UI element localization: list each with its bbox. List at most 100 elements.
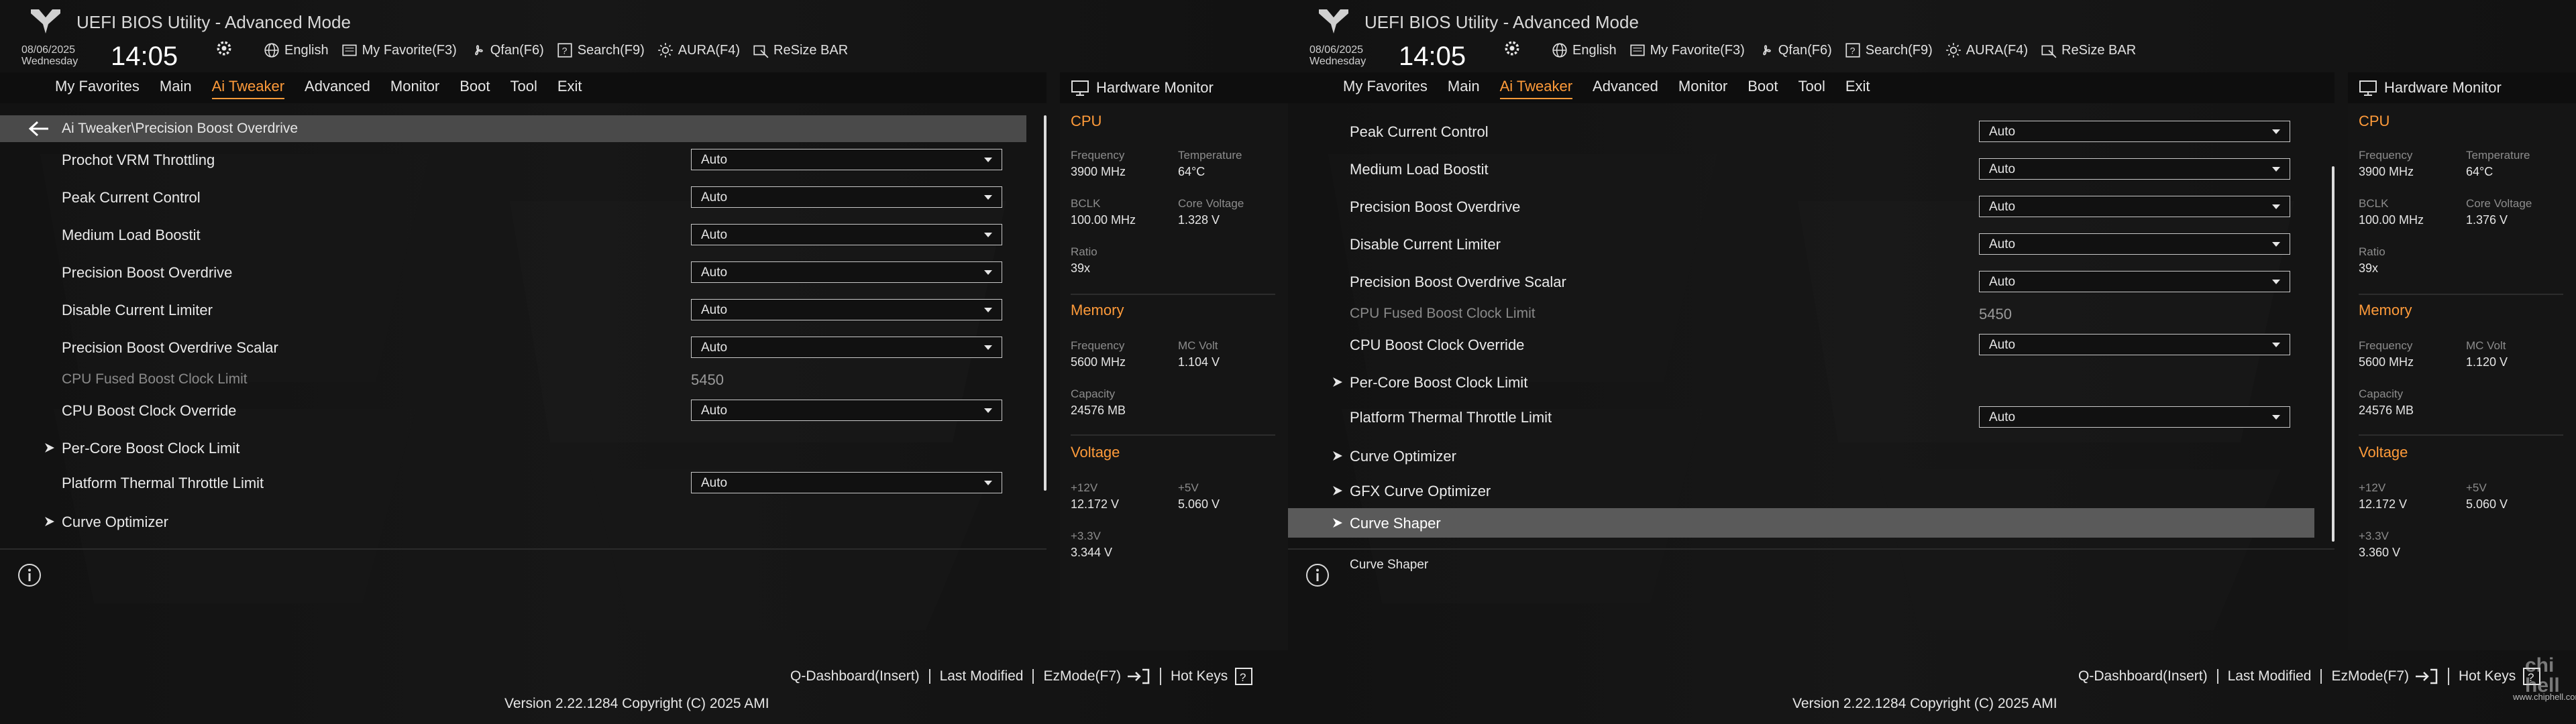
setting-row-peak-current-control[interactable]: Peak Current Control Auto [1288,114,2314,150]
setting-dropdown[interactable]: Auto [691,472,1002,493]
divider [1071,434,1275,436]
submenu-curve-optimizer[interactable]: Curve Optimizer [0,504,1026,540]
divider [1288,548,2334,550]
breadcrumb[interactable]: Ai Tweaker\Precision Boost Overdrive [0,115,1026,142]
setting-row-medium-load-boostit[interactable]: Medium Load Boostit Auto [0,217,1026,253]
setting-dropdown[interactable]: Auto [691,400,1002,421]
setting-row-disable-current-limiter[interactable]: Disable Current Limiter Auto [0,292,1026,328]
back-arrow-icon[interactable] [28,120,50,137]
scrollbar[interactable] [2332,166,2334,542]
search-button[interactable]: ? Search(F9) [556,42,645,59]
my-favorite-button[interactable]: My Favorite(F3) [341,42,457,59]
setting-dropdown[interactable]: Auto [691,261,1002,283]
menu-advanced[interactable]: Advanced [305,78,370,99]
setting-dropdown[interactable]: Auto [691,337,1002,358]
my-favorite-button[interactable]: My Favorite(F3) [1629,42,1745,59]
setting-dropdown[interactable]: Auto [1979,406,2290,428]
q-dashboard-button[interactable]: Q-Dashboard(Insert) [781,669,930,684]
setting-dropdown[interactable]: Auto [1979,334,2290,355]
setting-dropdown[interactable]: Auto [691,186,1002,208]
setting-dropdown[interactable]: Auto [1979,233,2290,255]
setting-row-platform-thermal-throttle-limit[interactable]: Platform Thermal Throttle Limit Auto [1288,400,2314,436]
setting-row-platform-thermal-throttle-limit[interactable]: Platform Thermal Throttle Limit Auto [0,465,1026,501]
submenu-curve-shaper[interactable]: Curve Shaper [1288,508,2314,538]
menu-exit[interactable]: Exit [1845,78,1870,99]
menu-boot[interactable]: Boot [460,78,490,99]
setting-row-cpu-boost-clock-override[interactable]: CPU Boost Clock Override Auto [1288,327,2314,363]
menu-my-favorites[interactable]: My Favorites [55,78,140,99]
hardware-monitor: Hardware Monitor CPU Frequency 3900 MHz … [2348,72,2576,650]
setting-row-cpu-boost-clock-override[interactable]: CPU Boost Clock Override Auto [0,393,1026,429]
resize-bar-button[interactable]: ReSize BAR [2040,42,2136,59]
setting-label: Precision Boost Overdrive [1350,198,1521,215]
v12-label: +12V [1071,481,1098,494]
memory-section-title: Memory [2359,302,2412,318]
gear-icon[interactable] [215,39,233,58]
menu-tool[interactable]: Tool [511,78,537,99]
aura-button[interactable]: AURA(F4) [657,42,740,59]
gear-icon[interactable] [1503,39,1521,58]
menu-advanced[interactable]: Advanced [1593,78,1658,99]
dropdown-value: Auto [701,303,728,317]
menu-tool[interactable]: Tool [1799,78,1825,99]
aura-button[interactable]: AURA(F4) [1945,42,2028,59]
setting-row-peak-current-control[interactable]: Peak Current Control Auto [0,180,1026,216]
menu-main[interactable]: Main [1448,78,1480,99]
resize-bar-icon [2041,45,2057,58]
capacity-label: Capacity [2359,387,2404,400]
caret-down-icon [984,408,992,413]
submenu-curve-optimizer[interactable]: Curve Optimizer [1288,438,2314,475]
last-modified-button[interactable]: Last Modified [930,669,1034,684]
setting-row-precision-boost-overdrive[interactable]: Precision Boost Overdrive Auto [0,255,1026,291]
svg-text:?: ? [1849,45,1855,56]
menu-monitor[interactable]: Monitor [1678,78,1727,99]
setting-label: CPU Boost Clock Override [62,402,237,419]
setting-dropdown[interactable]: Auto [1979,121,2290,142]
ezmode-button[interactable]: EzMode(F7) [1034,668,1162,685]
menu-boot[interactable]: Boot [1748,78,1778,99]
q-dashboard-button[interactable]: Q-Dashboard(Insert) [2069,669,2218,684]
setting-dropdown[interactable]: Auto [1979,158,2290,180]
submenu-gfx-curve-optimizer[interactable]: GFX Curve Optimizer [1288,473,2314,509]
search-button[interactable]: ? Search(F9) [1844,42,1933,59]
setting-row-pbo-scalar[interactable]: Precision Boost Overdrive Scalar Auto [1288,264,2314,300]
toolbar: English My Favorite(F3) Qfan(F6) ? Searc… [263,42,848,59]
qfan-label: Qfan(F6) [1778,42,1832,58]
hot-keys-button[interactable]: Hot Keys? [1161,668,1267,685]
menu-exit[interactable]: Exit [557,78,582,99]
menu-ai-tweaker[interactable]: Ai Tweaker [1499,78,1573,99]
menu-main[interactable]: Main [160,78,192,99]
setting-row-precision-boost-overdrive[interactable]: Precision Boost Overdrive Auto [1288,189,2314,225]
last-modified-button[interactable]: Last Modified [2218,669,2322,684]
setting-dropdown[interactable]: Auto [691,149,1002,170]
qfan-button[interactable]: Qfan(F6) [469,42,544,59]
setting-label: Disable Current Limiter [1350,236,1501,253]
language-button[interactable]: English [1551,42,1617,59]
dropdown-value: Auto [1989,125,2016,139]
qfan-button[interactable]: Qfan(F6) [1757,42,1832,59]
setting-row-medium-load-boostit[interactable]: Medium Load Boostit Auto [1288,152,2314,188]
menu-my-favorites[interactable]: My Favorites [1343,78,1428,99]
day-text: Wednesday [1309,56,1366,67]
menu-monitor[interactable]: Monitor [390,78,439,99]
v5-value: 5.060 V [2466,497,2508,511]
submenu-per-core-boost-clock-limit[interactable]: Per-Core Boost Clock Limit [1288,365,2314,401]
setting-row-prochot-vrm-throttling[interactable]: Prochot VRM Throttling Auto [0,142,1026,178]
setting-dropdown[interactable]: Auto [1979,196,2290,217]
memory-section-title: Memory [1071,302,1124,318]
cpu-temperature-value: 64°C [1178,165,1205,178]
resize-bar-button[interactable]: ReSize BAR [752,42,848,59]
setting-dropdown[interactable]: Auto [1979,271,2290,292]
submenu-per-core-boost-clock-limit[interactable]: Per-Core Boost Clock Limit [0,430,1026,467]
scrollbar[interactable] [1044,115,1046,491]
setting-dropdown[interactable]: Auto [691,299,1002,320]
setting-dropdown[interactable]: Auto [691,224,1002,245]
menu-ai-tweaker[interactable]: Ai Tweaker [211,78,285,99]
language-button[interactable]: English [263,42,329,59]
dropdown-value: Auto [1989,237,2016,251]
dropdown-value: Auto [1989,275,2016,289]
hardware-monitor-header: Hardware Monitor [2348,72,2576,103]
ezmode-button[interactable]: EzMode(F7) [2322,668,2450,685]
setting-row-disable-current-limiter[interactable]: Disable Current Limiter Auto [1288,227,2314,263]
setting-row-pbo-scalar[interactable]: Precision Boost Overdrive Scalar Auto [0,330,1026,366]
